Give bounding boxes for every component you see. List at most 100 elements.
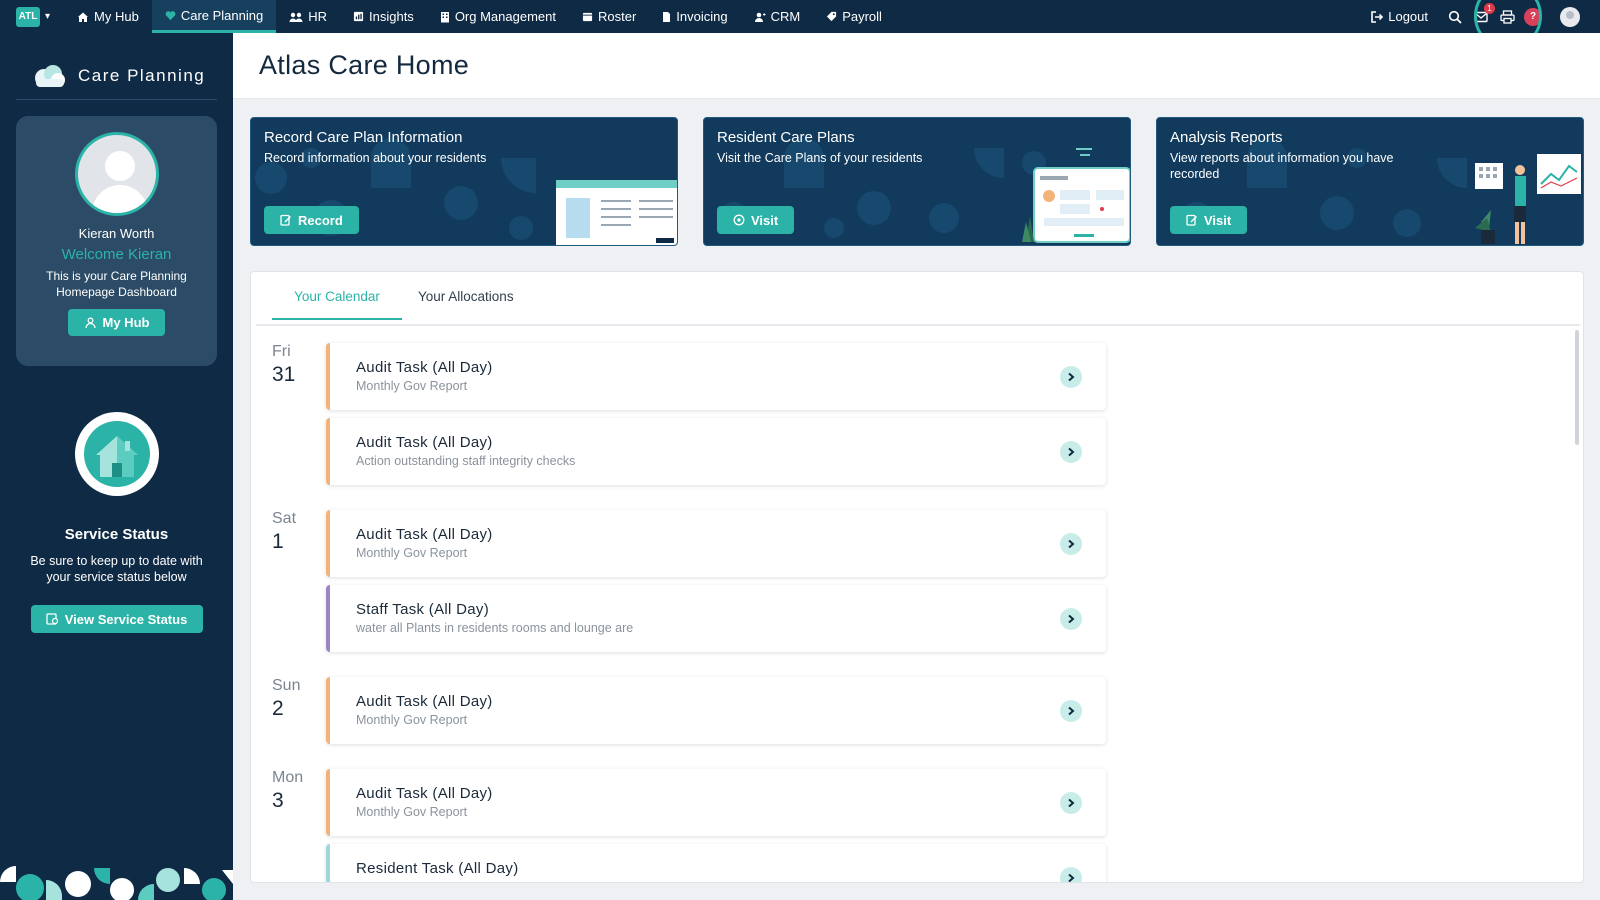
page-title: Atlas Care Home — [259, 50, 470, 80]
card-subtitle: Visit the Care Plans of your residents — [717, 151, 923, 165]
chart-icon — [353, 11, 364, 22]
day-name: Sun — [272, 677, 301, 694]
status-icon — [46, 613, 58, 625]
user-name: Kieran Worth — [78, 226, 155, 241]
day-label: Sat 1 — [272, 510, 296, 554]
chevron-right-icon[interactable] — [1060, 366, 1082, 388]
calendar-event[interactable]: Audit Task (All Day) Monthly Gov Report — [326, 510, 1106, 577]
nav-item-crm[interactable]: CRM — [741, 0, 814, 33]
people-icon — [84, 317, 96, 328]
event-title: Audit Task (All Day) — [356, 359, 493, 376]
nav-item-hr[interactable]: HR — [276, 0, 340, 33]
chevron-right-icon[interactable] — [1060, 608, 1082, 630]
event-title: Resident Task (All Day) — [356, 860, 519, 877]
record-button-label: Record — [298, 212, 343, 228]
nav-item-label: Invoicing — [676, 9, 728, 24]
card-title: Resident Care Plans — [717, 129, 855, 146]
heart-icon — [165, 10, 176, 20]
sidebar-header: Care Planning — [0, 33, 233, 99]
event-subtitle: Monthly Gov Report — [356, 805, 468, 819]
nav-item-label: Roster — [597, 9, 637, 24]
day-name: Mon — [272, 769, 304, 786]
nav-item-payroll[interactable]: Payroll — [813, 0, 895, 33]
tag-icon — [827, 11, 837, 22]
logout-icon — [1371, 10, 1384, 23]
cloud-logo-icon — [35, 65, 65, 87]
nav-item-label: CRM — [770, 9, 801, 24]
nav-item-care-planning[interactable]: Care Planning — [151, 0, 277, 33]
report-icon — [1186, 214, 1197, 226]
my-hub-button[interactable]: My Hub — [67, 309, 166, 336]
page-header: Atlas Care Home — [233, 33, 1600, 99]
sidebar-title: Care Planning — [78, 66, 206, 85]
tab-bar: Your Calendar Your Allocations — [256, 272, 1580, 326]
chevron-right-icon[interactable] — [1060, 700, 1082, 722]
calendar-event[interactable]: Audit Task (All Day) Monthly Gov Report — [326, 769, 1106, 836]
house-icon — [74, 412, 159, 496]
profile-card: Kieran Worth Welcome Kieran This is your… — [16, 116, 217, 366]
logout-label: Logout — [1388, 9, 1428, 24]
day-number: 31 — [272, 363, 296, 386]
nav-item-insights[interactable]: Insights — [340, 0, 427, 33]
event-title: Audit Task (All Day) — [356, 785, 493, 802]
record-care-plan-card: Record Care Plan Information Record info… — [250, 117, 678, 246]
nav-item-label: Care Planning — [180, 7, 264, 23]
org-switcher[interactable]: ATL ▾ — [16, 6, 50, 27]
view-service-status-button[interactable]: View Service Status — [30, 605, 203, 633]
my-hub-label: My Hub — [102, 315, 150, 330]
card-title: Record Care Plan Information — [264, 129, 463, 146]
calendar-event[interactable]: Staff Task (All Day) water all Plants in… — [326, 585, 1106, 652]
event-title: Audit Task (All Day) — [356, 526, 493, 543]
tab-your-allocations[interactable]: Your Allocations — [418, 289, 514, 318]
tab-your-calendar[interactable]: Your Calendar — [272, 289, 402, 320]
nav-item-label: Payroll — [842, 9, 882, 24]
event-subtitle: Monthly Gov Report — [356, 546, 468, 560]
calendar-event[interactable]: Resident Task (All Day) — [326, 844, 1106, 882]
analysis-reports-card: Analysis Reports View reports about info… — [1156, 117, 1584, 246]
event-subtitle: Action outstanding staff integrity check… — [356, 454, 576, 468]
logout-button[interactable]: Logout — [1371, 9, 1428, 24]
day-number: 2 — [272, 697, 284, 720]
record-button[interactable]: Record — [264, 206, 359, 234]
chevron-right-icon[interactable] — [1060, 533, 1082, 555]
calendar-event[interactable]: Audit Task (All Day) Monthly Gov Report — [326, 677, 1106, 744]
building-icon — [440, 11, 449, 22]
service-status-description: Be sure to keep up to date with your ser… — [30, 554, 203, 584]
day-label: Fri 31 — [272, 343, 295, 387]
card-title: Analysis Reports — [1170, 129, 1283, 146]
nav-item-label: HR — [308, 9, 327, 24]
chevron-right-icon[interactable] — [1060, 441, 1082, 463]
user-avatar[interactable] — [1560, 6, 1580, 27]
day-number: 1 — [272, 530, 284, 553]
edit-icon — [280, 214, 291, 226]
chevron-right-icon[interactable] — [1060, 792, 1082, 814]
card-subtitle: Record information about your residents — [264, 151, 487, 165]
visit-icon — [733, 214, 745, 226]
sidebar: Care Planning Kieran Worth Welcome Kiera… — [0, 33, 233, 900]
day-name: Sat — [272, 510, 297, 527]
scrollbar[interactable] — [1575, 330, 1579, 445]
chevron-right-icon[interactable] — [1060, 867, 1082, 882]
nav-item-my-hub[interactable]: My Hub — [64, 0, 152, 33]
service-status-title: Service Status — [64, 526, 169, 543]
day-label: Sun 2 — [272, 677, 300, 721]
visit-button-label: Visit — [1204, 212, 1232, 228]
visit-reports-button[interactable]: Visit — [1170, 206, 1248, 234]
nav-item-roster[interactable]: Roster — [569, 0, 649, 33]
home-icon — [78, 12, 89, 22]
profile-description: This is your Care Planning Homepage Dash… — [46, 269, 187, 299]
calendar-panel: Your Calendar Your Allocations Fri 31 Au… — [250, 271, 1584, 883]
event-title: Audit Task (All Day) — [356, 693, 493, 710]
calendar-event[interactable]: Audit Task (All Day) Monthly Gov Report — [326, 343, 1106, 410]
nav-item-org-management[interactable]: Org Management — [427, 0, 569, 33]
nav-item-label: My Hub — [94, 9, 139, 24]
visit-care-plans-button[interactable]: Visit — [717, 206, 795, 234]
event-subtitle: water all Plants in residents rooms and … — [356, 621, 634, 635]
calendar-event[interactable]: Audit Task (All Day) Action outstanding … — [326, 418, 1106, 485]
day-number: 3 — [272, 789, 284, 812]
search-button[interactable] — [1444, 6, 1466, 28]
event-title: Staff Task (All Day) — [356, 601, 489, 618]
resident-care-plans-card: Resident Care Plans Visit the Care Plans… — [703, 117, 1131, 246]
nav-item-invoicing[interactable]: Invoicing — [649, 0, 740, 33]
day-label: Mon 3 — [272, 769, 303, 813]
